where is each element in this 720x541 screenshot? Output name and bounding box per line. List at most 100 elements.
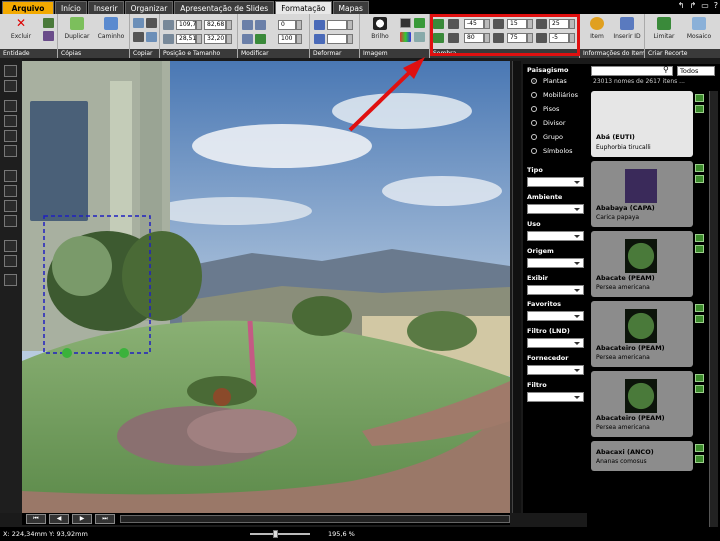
shadow-scale-spinner[interactable] bbox=[527, 33, 533, 43]
rotate-icon[interactable] bbox=[255, 20, 266, 30]
tab-formatacao[interactable]: Formatação bbox=[275, 1, 332, 14]
copy-angle-icon[interactable] bbox=[133, 32, 144, 42]
shadow-opacity-spinner[interactable] bbox=[484, 33, 490, 43]
rotate-right-handle[interactable] bbox=[119, 348, 129, 358]
tab-mapas[interactable]: Mapas bbox=[332, 1, 369, 14]
library-item[interactable]: Abacateiro (PEAM) Persea americana bbox=[591, 371, 693, 437]
color-swatch-icon[interactable] bbox=[4, 274, 17, 286]
contrast-icon[interactable] bbox=[400, 18, 411, 28]
pos-x-field[interactable]: 109,74 bbox=[176, 20, 200, 30]
copy-pos-icon[interactable] bbox=[146, 32, 157, 42]
zoom-window-icon[interactable] bbox=[4, 145, 17, 157]
shadow-blur-spinner[interactable] bbox=[569, 19, 575, 29]
deform-field-1[interactable] bbox=[327, 20, 347, 30]
zoom-item-icon[interactable] bbox=[695, 164, 704, 172]
tipo-select[interactable] bbox=[527, 177, 584, 187]
next-slide-icon[interactable]: ▶ bbox=[72, 514, 92, 524]
search-icon[interactable]: ⚲ bbox=[663, 65, 669, 74]
excluir-button[interactable]: ✕ Excluir bbox=[4, 17, 38, 41]
add-item-icon[interactable] bbox=[695, 385, 704, 393]
curve-tool-icon[interactable] bbox=[4, 215, 17, 227]
zoom-slider-track[interactable] bbox=[250, 533, 310, 535]
zoom-slider-thumb[interactable] bbox=[273, 530, 278, 538]
shadow-angle-icon[interactable] bbox=[433, 19, 444, 29]
mirror-icon[interactable] bbox=[242, 34, 253, 44]
pos-x-spinner[interactable] bbox=[196, 20, 202, 30]
tab-arquivo[interactable]: Arquivo bbox=[2, 1, 54, 14]
first-slide-icon[interactable]: ⏮ bbox=[26, 514, 46, 524]
radio-simbolos[interactable]: Símbolos bbox=[531, 147, 573, 155]
exibir-select[interactable] bbox=[527, 285, 584, 295]
shadow-dist-icon[interactable] bbox=[493, 19, 504, 29]
select-tool-icon[interactable] bbox=[4, 65, 17, 77]
library-filter-select[interactable]: Todos bbox=[677, 66, 715, 76]
caminho-button[interactable]: Caminho bbox=[94, 17, 128, 40]
shadow-blur-field[interactable]: 25 bbox=[549, 19, 569, 29]
add-item-icon[interactable] bbox=[695, 455, 704, 463]
shadow-size-icon[interactable] bbox=[448, 33, 459, 43]
rgb-icon[interactable] bbox=[400, 32, 411, 42]
uso-select[interactable] bbox=[527, 231, 584, 241]
shadow-angle-field[interactable]: -45 bbox=[464, 19, 484, 29]
pos-y-field[interactable]: 28,51 bbox=[176, 34, 196, 44]
window-icon[interactable]: ▭ bbox=[701, 1, 709, 10]
plant-icon[interactable] bbox=[43, 18, 54, 28]
add-item-icon[interactable] bbox=[695, 105, 704, 113]
deform-spinner-2[interactable] bbox=[347, 34, 353, 44]
brush-tool-icon[interactable] bbox=[4, 255, 17, 267]
library-scrollbar[interactable] bbox=[709, 91, 718, 527]
favoritos-select[interactable] bbox=[527, 311, 584, 321]
opacity-icon[interactable] bbox=[255, 34, 266, 44]
shadow-dir-icon[interactable] bbox=[448, 19, 459, 29]
copy-style-icon[interactable] bbox=[146, 18, 157, 28]
width-field[interactable]: 82,68 bbox=[204, 20, 226, 30]
shadow-distance-field[interactable]: 15 bbox=[507, 19, 527, 29]
ellipse-tool-icon[interactable] bbox=[4, 185, 17, 197]
zoom-item-icon[interactable] bbox=[695, 304, 704, 312]
brilho-button[interactable]: Brilho bbox=[363, 17, 397, 40]
zoom-in-icon[interactable] bbox=[4, 100, 17, 112]
fornecedor-select[interactable] bbox=[527, 365, 584, 375]
filtro-select[interactable] bbox=[527, 392, 584, 402]
shadow-offset-field[interactable]: -5 bbox=[549, 33, 569, 43]
shadow-scale-field[interactable]: 75 bbox=[507, 33, 527, 43]
library-item[interactable]: Abá (EUTI) Euphorbia tirucalli bbox=[591, 91, 693, 157]
tab-inicio[interactable]: Início bbox=[55, 1, 87, 14]
color-icon[interactable] bbox=[414, 18, 425, 28]
shadow-blur-icon[interactable] bbox=[536, 19, 547, 29]
deform-spinner-1[interactable] bbox=[347, 20, 353, 30]
prev-slide-icon[interactable]: ◀ bbox=[49, 514, 69, 524]
radio-grupo[interactable]: Grupo bbox=[531, 133, 563, 141]
library-item[interactable]: Abacaxi (ANCO) Ananas comosus bbox=[591, 441, 693, 471]
canvas-vertical-scrollbar[interactable] bbox=[512, 61, 521, 513]
zoom-fit-icon[interactable] bbox=[4, 130, 17, 142]
mosaico-button[interactable]: Mosaico bbox=[682, 17, 716, 40]
shadow-distance-spinner[interactable] bbox=[527, 19, 533, 29]
radio-mobiliarios[interactable]: Mobiliários bbox=[531, 91, 578, 99]
deform-field-2[interactable] bbox=[327, 34, 347, 44]
pen-tool-icon[interactable] bbox=[4, 240, 17, 252]
shadow-opacity-field[interactable]: 80 bbox=[464, 33, 484, 43]
origem-select[interactable] bbox=[527, 258, 584, 268]
shadow-angle-spinner[interactable] bbox=[484, 19, 490, 29]
duplicar-button[interactable]: Duplicar bbox=[60, 17, 94, 40]
add-item-icon[interactable] bbox=[695, 245, 704, 253]
item-button[interactable]: Item bbox=[580, 17, 614, 40]
back-icon[interactable]: ↰ bbox=[678, 1, 685, 10]
radio-pisos[interactable]: Pisos bbox=[531, 105, 559, 113]
design-canvas[interactable] bbox=[22, 61, 510, 513]
rotate-left-handle[interactable] bbox=[62, 348, 72, 358]
pos-y-spinner[interactable] bbox=[196, 34, 202, 44]
pan-tool-icon[interactable] bbox=[4, 80, 17, 92]
perspective-icon[interactable] bbox=[314, 34, 325, 44]
angle-field[interactable]: 0 bbox=[278, 20, 296, 30]
shadow-offset-spinner[interactable] bbox=[569, 33, 575, 43]
add-item-icon[interactable] bbox=[695, 315, 704, 323]
last-slide-icon[interactable]: ⏭ bbox=[95, 514, 115, 524]
rectangle-tool-icon[interactable] bbox=[4, 170, 17, 182]
filtro-lnd-select[interactable] bbox=[527, 338, 584, 348]
zoom-item-icon[interactable] bbox=[695, 374, 704, 382]
zoom-item-icon[interactable] bbox=[695, 94, 704, 102]
zoom-out-icon[interactable] bbox=[4, 115, 17, 127]
shadow-offset-icon[interactable] bbox=[536, 33, 547, 43]
